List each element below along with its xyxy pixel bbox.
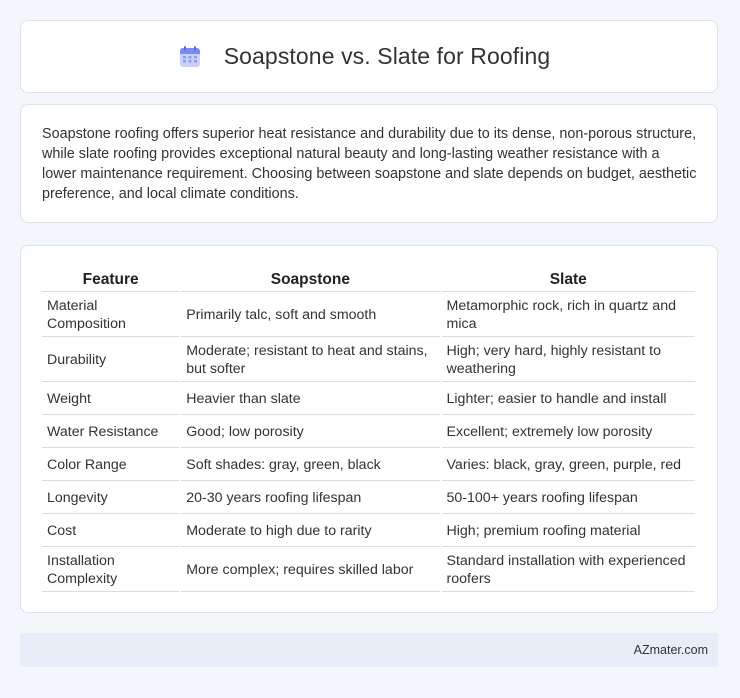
header-soapstone: Soapstone [181, 268, 440, 292]
row-soapstone: 20-30 years roofing lifespan [181, 483, 440, 514]
row-slate: Excellent; extremely low porosity [441, 417, 695, 448]
row-slate: Metamorphic rock, rich in quartz and mic… [441, 294, 695, 337]
row-soapstone: Primarily talc, soft and smooth [181, 294, 440, 337]
row-feature: Longevity [42, 483, 180, 514]
row-slate: High; premium roofing material [441, 516, 695, 547]
row-soapstone: Good; low porosity [181, 417, 440, 448]
summary-text: Soapstone roofing offers superior heat r… [42, 126, 697, 202]
table-row: Weight Heavier than slate Lighter; easie… [42, 384, 695, 415]
summary-card: Soapstone roofing offers superior heat r… [20, 104, 718, 223]
calendar-icon [178, 45, 202, 69]
table-row: Cost Moderate to high due to rarity High… [42, 516, 695, 547]
title-card: Soapstone vs. Slate for Roofing [20, 20, 718, 93]
row-feature: Weight [42, 384, 180, 415]
row-slate: Varies: black, gray, green, purple, red [441, 450, 695, 481]
row-slate: Lighter; easier to handle and install [441, 384, 695, 415]
row-soapstone: Moderate to high due to rarity [181, 516, 440, 547]
table-row: Longevity 20-30 years roofing lifespan 5… [42, 483, 695, 514]
row-slate: High; very hard, highly resistant to wea… [441, 339, 695, 382]
row-feature: Water Resistance [42, 417, 180, 448]
table-row: Color Range Soft shades: gray, green, bl… [42, 450, 695, 481]
footer: AZmater.com [20, 633, 718, 667]
footer-brand[interactable]: AZmater.com [634, 643, 708, 657]
row-soapstone: More complex; requires skilled labor [181, 549, 440, 592]
row-feature: Material Composition [42, 294, 180, 337]
table-row: Durability Moderate; resistant to heat a… [42, 339, 695, 382]
row-soapstone: Heavier than slate [181, 384, 440, 415]
row-soapstone: Soft shades: gray, green, black [181, 450, 440, 481]
row-feature: Cost [42, 516, 180, 547]
row-slate: Standard installation with experienced r… [441, 549, 695, 592]
comparison-table: Feature Soapstone Slate Material Composi… [40, 266, 697, 594]
row-feature: Installation Complexity [42, 549, 180, 592]
row-feature: Durability [42, 339, 180, 382]
row-soapstone: Moderate; resistant to heat and stains, … [181, 339, 440, 382]
row-slate: 50-100+ years roofing lifespan [441, 483, 695, 514]
table-row: Installation Complexity More complex; re… [42, 549, 695, 592]
table-row: Material Composition Primarily talc, sof… [42, 294, 695, 337]
table-card: Feature Soapstone Slate Material Composi… [20, 245, 718, 613]
table-row: Water Resistance Good; low porosity Exce… [42, 417, 695, 448]
header-slate: Slate [441, 268, 695, 292]
row-feature: Color Range [42, 450, 180, 481]
page-title: Soapstone vs. Slate for Roofing [223, 43, 551, 69]
header-feature: Feature [42, 268, 180, 292]
table-header-row: Feature Soapstone Slate [42, 268, 695, 292]
